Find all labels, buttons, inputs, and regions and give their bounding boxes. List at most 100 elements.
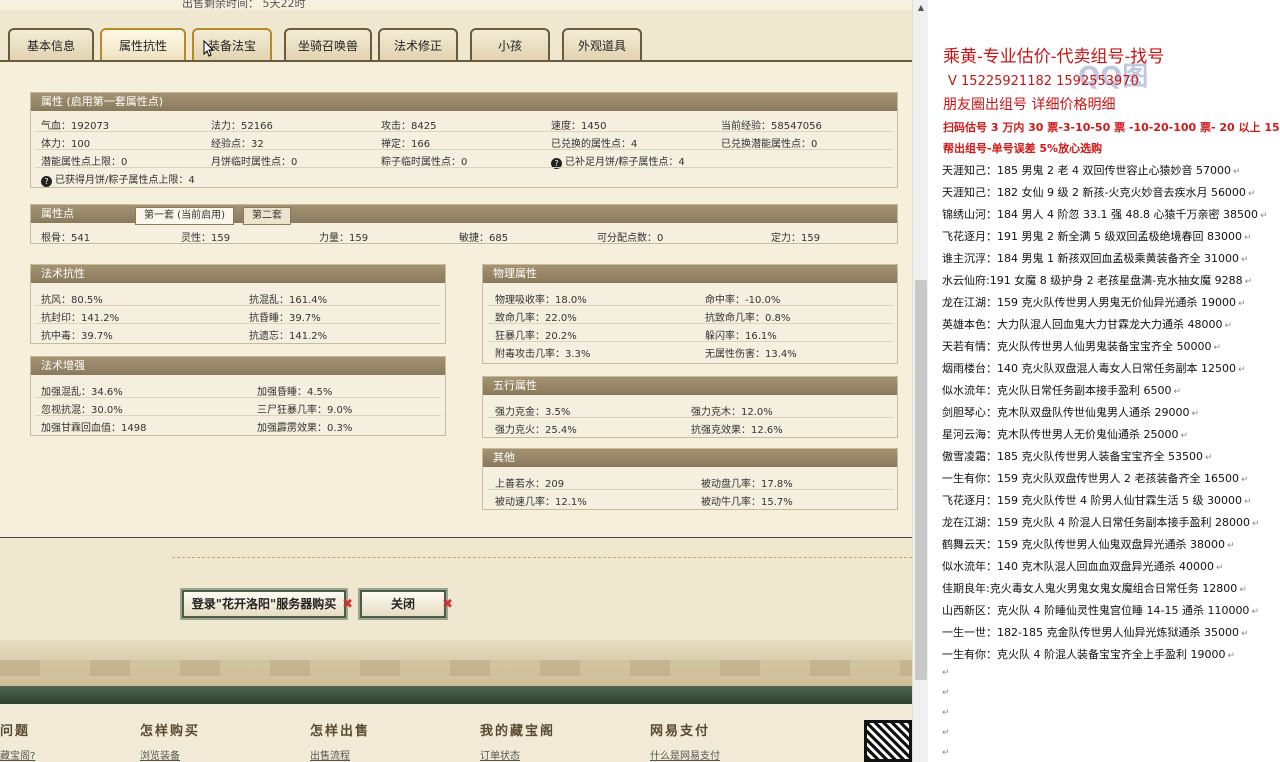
physical-cell: 无属性伤害：13.4% [705, 349, 797, 360]
physical-cell: 致命几率：22.0% [495, 313, 577, 324]
listing-item: 龙在江湖：159 克火队 4 阶混人日常任务副本接手盈利 28000 [942, 512, 1268, 534]
other-attributes-box: 其他 上善若水：209 被动盘几率：17.8% 被动速几率：12.1% 被动牛几… [482, 448, 898, 510]
close-x-icon: ✖ [342, 597, 353, 612]
qr-code-icon [864, 720, 912, 762]
attributes-box-title: 属性 (启用第一套属性点) [31, 93, 897, 111]
close-button[interactable]: 关闭 ✖ [358, 588, 453, 620]
footer-link[interactable]: 出售流程 [310, 747, 370, 762]
footer-bar [0, 686, 912, 704]
help-icon[interactable]: ? [41, 176, 52, 187]
physical-cell: 狂暴几率：20.2% [495, 331, 577, 342]
landscape-decoration [0, 640, 912, 686]
dashed-divider [172, 557, 912, 558]
divider [487, 323, 893, 324]
scroll-thumb[interactable] [915, 280, 927, 680]
divider [35, 415, 441, 416]
vertical-scrollbar[interactable]: ▲ [912, 0, 928, 762]
paragraph-mark-icon: ↵ [942, 668, 950, 678]
tab-appearance-items[interactable]: 外观道具 [562, 28, 642, 60]
doc-subtitle: 朋友圈出组号 详细价格明细 [943, 97, 1116, 113]
tab-attributes[interactable]: 属性抗性 [100, 28, 186, 60]
enhance-cell: 加强混乱：34.6% [41, 387, 123, 398]
attr-stamina: 体力：100 [41, 139, 91, 150]
listing-item: 剑胆琴心：克木队双盘队传世仙鬼男人通杀 29000 [942, 402, 1268, 424]
listing-item: 一生有你：克火队 4 阶混人装备宝宝齐全上手盈利 19000 [942, 644, 1268, 666]
attr-obtained-limit: ? 已获得月饼/粽子属性点上限：4 [41, 171, 195, 187]
subtab-set-two[interactable]: 第二套 [243, 207, 291, 225]
doc-price-info: 扫码估号 3 万内 30 票-3-10-50 票 -10-20-100 票- 2… [943, 121, 1280, 134]
divider [35, 323, 441, 324]
document-pane: 乘黄-专业估价-代卖组号-找号 QQ图 V 15225921182 159255… [928, 0, 1280, 762]
spell-enhance-box: 法术增强 加强混乱：34.6% 加强昏睡：4.5% 忽视抗混：30.0% 三尸狂… [30, 356, 446, 436]
attribute-points-box: 属性点 第一套 (当前启用) 第二套 根骨：541 灵性：159 力量：159 … [30, 204, 898, 244]
footer-link[interactable]: 什么是网易支付 [650, 747, 720, 762]
paragraph-mark-icon: ↵ [942, 688, 950, 698]
other-cell: 被动盘几率：17.8% [701, 479, 793, 490]
tab-basic-info[interactable]: 基本信息 [8, 28, 94, 60]
footer-column: 怎样出售 出售流程 [310, 720, 370, 762]
attr-current-exp: 当前经验：58547056 [721, 121, 822, 132]
listing-item: 英雄本色：大力队混人回血鬼大力甘霖龙大力通杀 48000 [942, 314, 1268, 336]
listing-item: 似水流年：140 克木队混人回血血双盘异光通杀 40000 [942, 556, 1268, 578]
divider [487, 489, 893, 490]
other-attributes-title: 其他 [483, 449, 897, 467]
physical-attributes-title: 物理属性 [483, 265, 897, 283]
footer-column: 问题藏宝阁? [0, 720, 35, 762]
attr-attack: 攻击：8425 [381, 121, 437, 132]
footer-link[interactable]: 订单状态 [480, 747, 555, 762]
sale-remaining-time-text: 出售剩余时间： 5天22时 [182, 0, 306, 10]
footer-link[interactable]: 浏览装备 [140, 747, 200, 762]
attr-exp-points: 经验点：32 [211, 139, 264, 150]
footer-heading: 网易支付 [650, 724, 711, 739]
tab-spell-correction[interactable]: 法术修正 [378, 28, 458, 60]
listing-item: 一生有你：159 克火队双盘传世男人 2 老孩装备齐全 16500 [942, 468, 1268, 490]
point-endurance: 定力：159 [771, 233, 821, 244]
paragraph-mark-icon: ↵ [942, 748, 950, 758]
scroll-up-arrow-icon[interactable]: ▲ [913, 0, 929, 16]
divider [35, 167, 893, 168]
attributes-panel: 属性 (启用第一套属性点) 气血：192073 法力：52166 攻击：8425… [0, 60, 912, 538]
attr-meditation: 禅定：166 [381, 139, 431, 150]
listing-item: 烟雨楼台：140 克火队双盘混人毒女人日常任务副本 12500 [942, 358, 1268, 380]
tab-mounts-pets[interactable]: 坐骑召唤兽 [284, 28, 372, 60]
point-assignable: 可分配点数：0 [597, 233, 664, 244]
five-elements-title: 五行属性 [483, 377, 897, 395]
listing-item: 一生一世：182-185 克金队传世男人仙异光炼狱通杀 35000 [942, 622, 1268, 644]
footer-column: 怎样购买 浏览装备 [140, 720, 200, 762]
resist-cell: 抗昏睡：39.7% [249, 313, 321, 324]
footer-heading: 问题 [0, 724, 31, 739]
footer-link[interactable]: 藏宝阁? [0, 747, 35, 762]
listing-item: 山西新区：克火队 4 阶睡仙灵性鬼宫位睡 14-15 通杀 110000 [942, 600, 1268, 622]
listing-item: 龙在江湖：159 克火队传世男人男鬼无价仙异光通杀 19000 [942, 292, 1268, 314]
listing-item: 天涯知己：185 男鬼 2 老 4 双回传世容止心猿妙音 57000 [942, 160, 1268, 182]
attr-mp: 法力：52166 [211, 121, 273, 132]
listing-item: 似水流年：克火队日常任务副本接手盈利 6500 [942, 380, 1268, 402]
other-cell: 被动牛几率：15.7% [701, 497, 793, 508]
attr-potential-limit: 潜能属性点上限：0 [41, 157, 128, 168]
doc-note: 帮出组号-单号误差 5%放心选购 [943, 142, 1103, 155]
attr-mooncake-temp: 月饼临时属性点：0 [211, 157, 298, 168]
listing-item: 水云仙府:191 女魔 8 级护身 2 老孩星盘满-克水抽女魔 9288 [942, 270, 1268, 292]
point-constitution: 根骨：541 [41, 233, 91, 244]
footer-heading: 怎样购买 [140, 724, 201, 739]
enhance-cell: 加强甘霖回血值：1498 [41, 423, 147, 434]
enhance-cell: 加强霹雳效果：0.3% [257, 423, 353, 434]
attr-exchanged-potential: 已兑换潜能属性点：0 [721, 139, 818, 150]
login-buy-button[interactable]: 登录"花开洛阳"服务器购买 ✖ [180, 588, 353, 620]
listing-item: 天涯知己：182 女仙 9 级 2 新孩-火克火妙音去疾水月 56000 [942, 182, 1268, 204]
other-cell: 被动速几率：12.1% [495, 497, 587, 508]
close-x-icon: ✖ [442, 597, 453, 612]
left-pane: 出售剩余时间： 5天22时 基本信息 属性抗性 装备法宝 坐骑召唤兽 法术修正 … [0, 0, 912, 762]
resist-cell: 抗遗忘：141.2% [249, 331, 328, 342]
subtab-set-one[interactable]: 第一套 (当前启用) [135, 207, 234, 225]
tab-child[interactable]: 小孩 [470, 28, 550, 60]
physical-attributes-box: 物理属性 物理吸收率：18.0% 命中率：-10.0% 致命几率：22.0% 抗… [482, 264, 898, 364]
physical-cell: 命中率：-10.0% [705, 295, 781, 306]
five-elements-box: 五行属性 强力克金：3.5% 强力克木：12.0% 强力克火：25.4% 抗强克… [482, 376, 898, 438]
element-cell: 强力克火：25.4% [495, 425, 577, 436]
footer-heading: 我的藏宝阁 [480, 724, 556, 739]
spell-resistance-box: 法术抗性 抗风：80.5% 抗混乱：161.4% 抗封印：141.2% 抗昏睡：… [30, 264, 446, 344]
resist-cell: 抗中毒：39.7% [41, 331, 113, 342]
listing-item: 谁主沉浮：184 男鬼 1 新孩双回血孟极乘黄装备齐全 31000 [942, 248, 1268, 270]
listing-item: 星河云海：克木队传世男人无价鬼仙通杀 25000 [942, 424, 1268, 446]
